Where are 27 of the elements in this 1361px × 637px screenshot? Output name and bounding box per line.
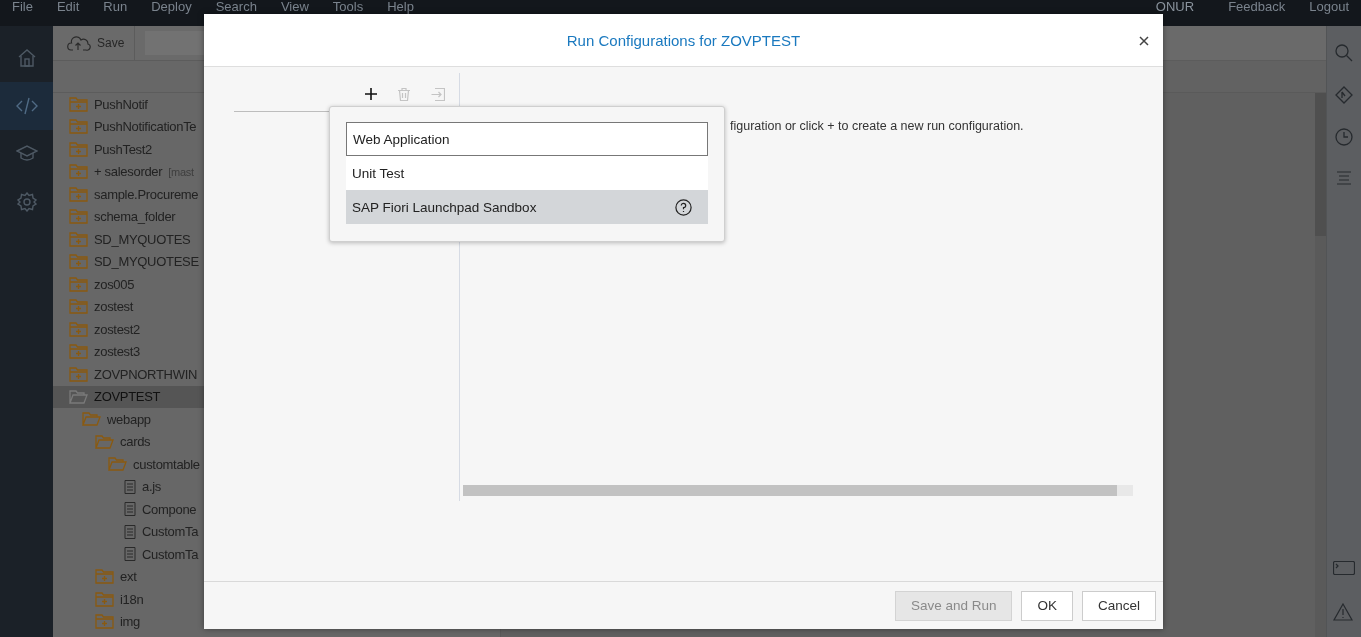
tree-item-label: ZOVPTEST xyxy=(94,389,161,405)
tree-item-label: zostest3 xyxy=(94,344,140,360)
user-name: ONUR xyxy=(1154,0,1196,14)
dialog-title: Run Configurations for ZOVPTEST xyxy=(566,31,801,49)
tree-item-label: sample.Procureme xyxy=(94,186,199,202)
tree-item-label: zos005 xyxy=(94,276,135,292)
tree-item-label: zostest2 xyxy=(94,321,140,337)
tree-item-label: PushNotif xyxy=(94,96,148,112)
tree-item-label: ext xyxy=(120,569,137,585)
tree-item-label: cards xyxy=(120,434,151,450)
tree-item-label: a.js xyxy=(142,479,162,495)
tree-item-label: img xyxy=(120,614,141,630)
tree-item-label: SD_MYQUOTES xyxy=(94,231,191,247)
hint-text: figuration or click + to create a new run configuration. xyxy=(729,118,1025,133)
tree-item-label: ZOVPNORTHWIN xyxy=(94,366,198,382)
tree-item-label: + salesorder xyxy=(94,164,163,180)
tree-item-label: customtable xyxy=(133,456,200,472)
tree-item-label: webapp xyxy=(107,411,151,427)
tree-item-label: CustomTa xyxy=(142,546,199,562)
tree-item-label: PushNotificationTe xyxy=(94,119,197,135)
tree-item-label: schema_folder xyxy=(94,209,176,225)
tree-item-label: Compone xyxy=(142,501,197,517)
tree-item-label: i18n xyxy=(120,591,144,607)
tree-item-label: zostest xyxy=(94,299,134,315)
tree-item-label: PushTest2 xyxy=(94,141,152,157)
tree-item-label: CustomTa xyxy=(142,524,199,540)
tree-item-label: SD_MYQUOTESE xyxy=(94,254,199,270)
